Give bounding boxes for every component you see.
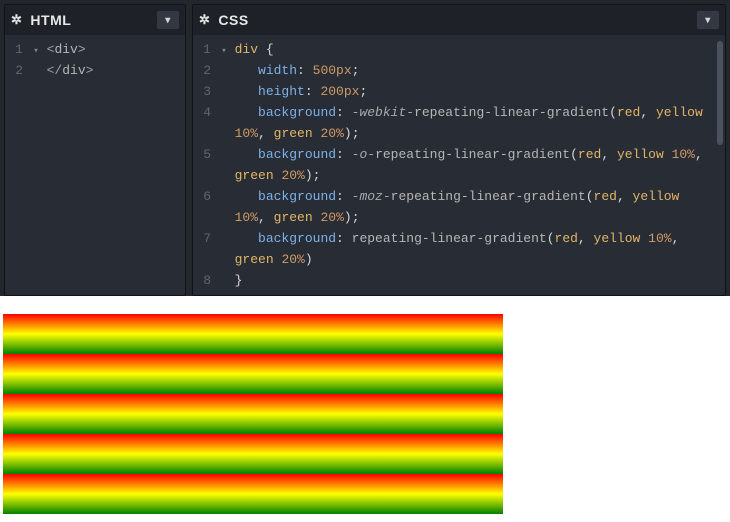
html-gutter: 1 ▾2: [5, 39, 47, 81]
gear-icon[interactable]: ✲: [199, 12, 210, 28]
scrollbar[interactable]: [717, 41, 723, 145]
css-panel-title: CSS: [218, 12, 248, 28]
html-panel-title: HTML: [30, 12, 71, 28]
chevron-down-icon[interactable]: ▾: [697, 11, 719, 29]
editor-area: ✲ HTML ▾ 1 ▾2 <div></div> ✲ CSS ▾ 1 ▾2 3…: [0, 0, 730, 296]
css-code[interactable]: div { width: 500px; height: 200px; backg…: [235, 39, 725, 291]
gear-icon[interactable]: ✲: [11, 12, 22, 28]
html-panel-header: ✲ HTML ▾: [5, 5, 185, 35]
chevron-down-icon[interactable]: ▾: [157, 11, 179, 29]
css-panel-header: ✲ CSS ▾: [193, 5, 725, 35]
gradient-preview: [3, 314, 503, 514]
css-panel: ✲ CSS ▾ 1 ▾2 3 4 5 6 7 8 div { width: 50…: [192, 4, 726, 296]
css-code-area[interactable]: 1 ▾2 3 4 5 6 7 8 div { width: 500px; hei…: [193, 35, 725, 295]
html-panel: ✲ HTML ▾ 1 ▾2 <div></div>: [4, 4, 186, 296]
html-code[interactable]: <div></div>: [47, 39, 185, 81]
css-gutter: 1 ▾2 3 4 5 6 7 8: [193, 39, 235, 291]
preview-area: [0, 296, 730, 514]
html-code-area[interactable]: 1 ▾2 <div></div>: [5, 35, 185, 85]
